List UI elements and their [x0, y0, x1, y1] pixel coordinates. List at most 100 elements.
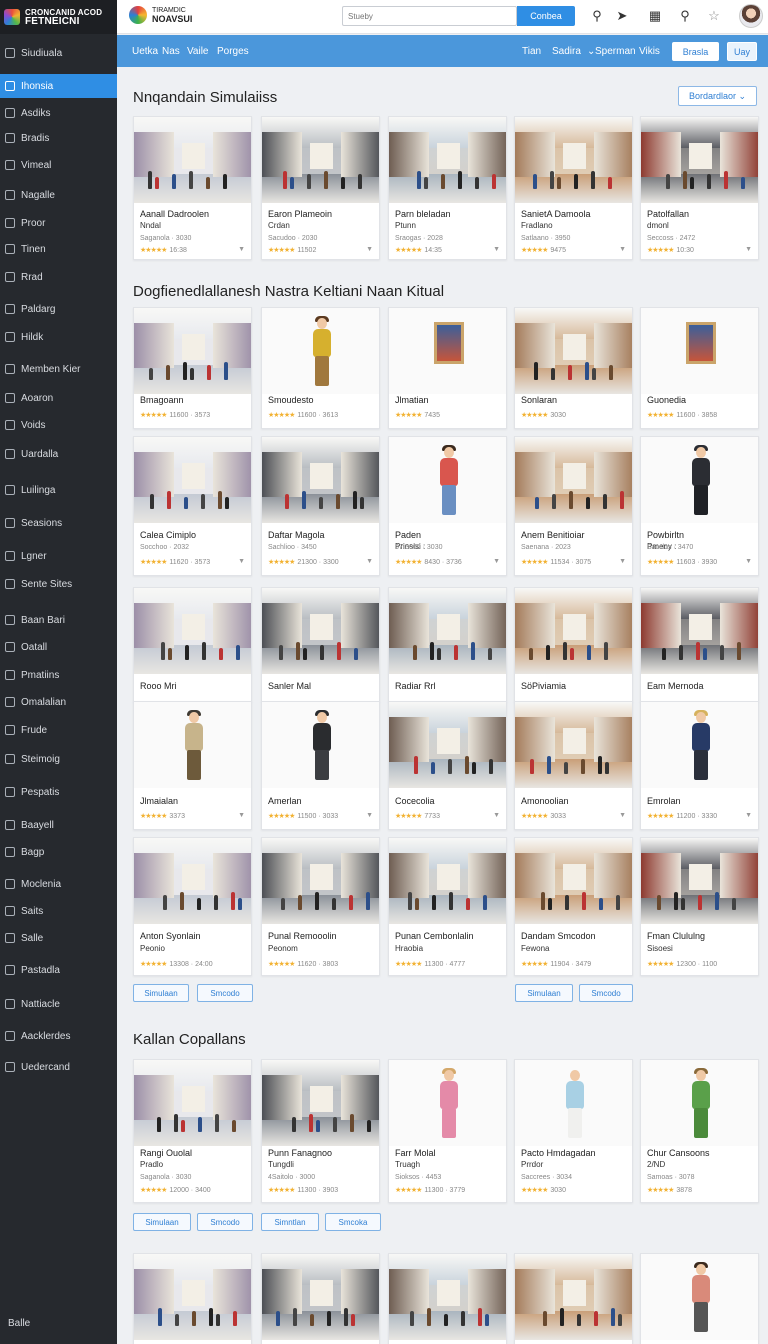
card-menu-caret-icon[interactable]: ▼: [619, 246, 626, 253]
brand[interactable]: TIRAMDIC NOAVSUI: [129, 6, 192, 24]
card-thumbnail[interactable]: [262, 588, 379, 674]
card-thumbnail[interactable]: [262, 117, 379, 203]
card-thumbnail[interactable]: [134, 588, 251, 674]
card-thumbnail[interactable]: [515, 437, 632, 523]
sidebar-item-22[interactable]: Pmatiins: [0, 663, 117, 687]
product-card[interactable]: Powbirltn Pmeny : Sacclos · 3470 ★★★★★ 11603…: [640, 436, 759, 576]
card-thumbnail[interactable]: [134, 702, 251, 788]
product-card[interactable]: Rooo Mri: [133, 587, 252, 702]
card-menu-caret-icon[interactable]: ▼: [238, 246, 245, 253]
card-thumbnail[interactable]: [262, 1060, 379, 1146]
product-card[interactable]: Bmagoann ★★★★★ 11600 · 3573: [133, 307, 252, 429]
product-card[interactable]: Punal Remooolin Peonom ★★★★★ 11620 · 3803: [261, 837, 380, 976]
product-card[interactable]: Guonedia ★★★★★ 11600 · 3858: [640, 307, 759, 429]
product-card[interactable]: Emrolan ★★★★★ 11200 · 3330 ▼: [640, 701, 759, 830]
card-thumbnail[interactable]: [134, 308, 251, 394]
sidebar-logo[interactable]: CRONCANID ACOD FETNEICNI: [0, 0, 117, 34]
card-thumbnail[interactable]: [515, 1060, 632, 1146]
card-menu-caret-icon[interactable]: ▼: [493, 812, 500, 819]
sidebar-item-26[interactable]: Pespatis: [0, 780, 117, 804]
card-thumbnail[interactable]: [641, 437, 758, 523]
sidebar-item-28[interactable]: Bagp: [0, 840, 117, 864]
filter-pill-button[interactable]: Smcodo: [197, 1213, 253, 1231]
sidebar-item-35[interactable]: Uedercand: [0, 1055, 117, 1079]
product-card[interactable]: Rangi Ouolal Pradlo Saganola · 3030 ★★★★★ 12…: [133, 1059, 252, 1203]
sidebar-item-31[interactable]: Salle: [0, 926, 117, 950]
sidebar-item-21[interactable]: Oatall: [0, 635, 117, 659]
card-thumbnail[interactable]: [389, 1254, 506, 1340]
sidebar-item-25[interactable]: Steimoig: [0, 747, 117, 771]
avatar[interactable]: [739, 4, 763, 28]
card-thumbnail[interactable]: [641, 1254, 758, 1340]
product-card[interactable]: Amonoolian ★★★★★ 3033 ▼: [514, 701, 633, 830]
card-thumbnail[interactable]: [262, 437, 379, 523]
card-menu-caret-icon[interactable]: ▼: [366, 558, 373, 565]
card-menu-caret-icon[interactable]: ▼: [745, 246, 752, 253]
sidebar-item-33[interactable]: Nattiacle: [0, 992, 117, 1016]
filter-pill-button[interactable]: Smcodo: [197, 984, 253, 1002]
card-thumbnail[interactable]: [262, 308, 379, 394]
card-thumbnail[interactable]: [389, 702, 506, 788]
product-card[interactable]: Radiar Rrl: [388, 587, 507, 702]
card-thumbnail[interactable]: [262, 1254, 379, 1340]
share-icon[interactable]: ➤: [614, 8, 630, 24]
product-card[interactable]: Amerlan ★★★★★ 11500 · 3033 ▼: [261, 701, 380, 830]
card-thumbnail[interactable]: [515, 1254, 632, 1340]
sidebar-item-4[interactable]: Bradis: [0, 126, 117, 150]
sidebar-item-29[interactable]: Moclenia: [0, 872, 117, 896]
product-card[interactable]: Anton Syonlain Peonio ★★★★★ 13308 · 24:00: [133, 837, 252, 976]
product-card[interactable]: [133, 1253, 252, 1344]
product-card[interactable]: Jlmaialan ★★★★★ 3373 ▼: [133, 701, 252, 830]
sidebar-item-10[interactable]: Paldarg: [0, 297, 117, 321]
sidebar-item-7[interactable]: Proor: [0, 211, 117, 235]
product-card[interactable]: Parn bleladan Ptunn Sraogas · 2028 ★★★★★ 14:…: [388, 116, 507, 260]
apps-grid-icon[interactable]: ▦: [647, 8, 663, 24]
card-thumbnail[interactable]: [389, 437, 506, 523]
product-card[interactable]: Jlmatian ★★★★★ 7435: [388, 307, 507, 429]
card-thumbnail[interactable]: [389, 838, 506, 924]
card-thumbnail[interactable]: [641, 588, 758, 674]
sidebar-item-3[interactable]: Asdiks: [0, 101, 117, 125]
product-card[interactable]: Pacto Hmdagadan Prrdor Saccrees · 3034 ★★★★…: [514, 1059, 633, 1203]
card-menu-caret-icon[interactable]: ▼: [238, 812, 245, 819]
filter-pill-button[interactable]: Simntlan: [261, 1213, 319, 1231]
product-card[interactable]: Daftar Magola Sachlioo · 3450 ★★★★★ 21300 ·…: [261, 436, 380, 576]
card-thumbnail[interactable]: [389, 308, 506, 394]
sidebar-item-2[interactable]: Ihonsia: [0, 74, 117, 98]
sidebar-item-20[interactable]: Baan Bari: [0, 608, 117, 632]
product-card[interactable]: Punan Cembonlalin Hraobia ★★★★★ 11300 · 477…: [388, 837, 507, 976]
sidebar-item-15[interactable]: Uardalla: [0, 442, 117, 466]
product-card[interactable]: Paden Prinsisi :37·3000 · 3030 ★★★★★ 8430 ·…: [388, 436, 507, 576]
product-card[interactable]: Eam Mernoda: [640, 587, 759, 702]
product-card[interactable]: Farr Molal Truagh Sioksos · 4453 ★★★★★ 11300…: [388, 1059, 507, 1203]
card-menu-caret-icon[interactable]: ▼: [493, 246, 500, 253]
product-card[interactable]: Sonlaran ★★★★★ 3030: [514, 307, 633, 429]
sidebar-item-12[interactable]: Memben Kier: [0, 357, 117, 381]
card-menu-caret-icon[interactable]: ▼: [366, 812, 373, 819]
sidebar-item-17[interactable]: Seasions: [0, 511, 117, 535]
sidebar-item-9[interactable]: Rrad: [0, 265, 117, 289]
card-menu-caret-icon[interactable]: ▼: [493, 558, 500, 565]
card-thumbnail[interactable]: [262, 838, 379, 924]
product-card[interactable]: Earon Plameoin Crdan Sacudoo · 2030 ★★★★★ 11…: [261, 116, 380, 260]
sort-dropdown[interactable]: Bordardlaor ⌄: [678, 86, 757, 106]
product-card[interactable]: Dandam Smcodon Fewona ★★★★★ 11904 · 3479: [514, 837, 633, 976]
card-menu-caret-icon[interactable]: ▼: [619, 812, 626, 819]
nav-secondary-button[interactable]: Uay: [727, 42, 757, 61]
nav-link-3[interactable]: Vaile: [187, 46, 209, 57]
card-thumbnail[interactable]: [134, 1254, 251, 1340]
filter-pill-button[interactable]: Simulaan: [515, 984, 573, 1002]
card-menu-caret-icon[interactable]: ▼: [745, 558, 752, 565]
card-thumbnail[interactable]: [641, 1060, 758, 1146]
card-thumbnail[interactable]: [515, 117, 632, 203]
search-button[interactable]: Conbea: [517, 6, 575, 26]
card-thumbnail[interactable]: [515, 588, 632, 674]
sidebar-footer-label[interactable]: Balle: [8, 1318, 30, 1329]
sidebar-item-5[interactable]: Vimeal: [0, 153, 117, 177]
card-menu-caret-icon[interactable]: ▼: [238, 558, 245, 565]
card-thumbnail[interactable]: [515, 308, 632, 394]
search-input[interactable]: [342, 6, 517, 26]
card-thumbnail[interactable]: [641, 308, 758, 394]
card-thumbnail[interactable]: [389, 588, 506, 674]
product-card[interactable]: Chur Cansoons 2/ND Samoas · 3078 ★★★★★ 3878: [640, 1059, 759, 1203]
